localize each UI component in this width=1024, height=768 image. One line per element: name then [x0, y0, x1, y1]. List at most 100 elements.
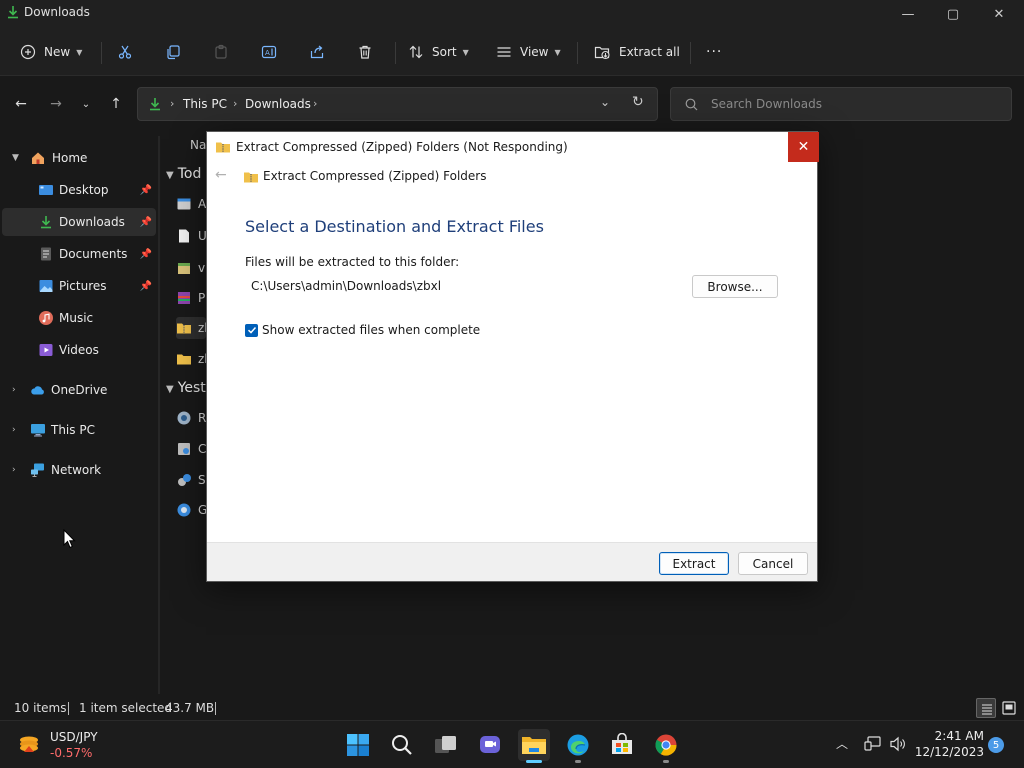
- list-item[interactable]: G: [176, 499, 207, 521]
- sidebar-item-music[interactable]: Music: [2, 304, 156, 332]
- edge-taskbar-button[interactable]: [562, 729, 594, 763]
- extract-folder-icon: [594, 46, 610, 60]
- details-view-button[interactable]: [976, 698, 996, 718]
- pane-splitter[interactable]: [158, 136, 160, 694]
- address-dropdown-icon[interactable]: ⌄: [600, 95, 610, 109]
- search-box[interactable]: Search Downloads: [670, 87, 1012, 121]
- search-icon: [392, 735, 412, 755]
- volume-icon[interactable]: [889, 736, 907, 752]
- address-bar[interactable]: › This PC › Downloads › ⌄ ↻: [137, 87, 658, 121]
- maximize-button[interactable]: ▢: [930, 0, 976, 28]
- maximize-icon: ▢: [946, 6, 960, 22]
- task-view-button[interactable]: [430, 729, 462, 761]
- sort-button[interactable]: Sort ▼: [408, 38, 469, 66]
- globe-file-icon: [177, 411, 191, 425]
- sidebar-item-videos[interactable]: Videos: [2, 336, 156, 364]
- edge-icon: [567, 734, 589, 756]
- chrome-taskbar-button[interactable]: [650, 729, 682, 763]
- dialog-title-bar[interactable]: Extract Compressed (Zipped) Folders (Not…: [207, 132, 819, 162]
- pin-icon: 📌: [139, 280, 152, 292]
- sort-label: Sort: [432, 45, 457, 59]
- pin-icon: 📌: [139, 248, 152, 260]
- show-hidden-icons-button[interactable]: ︿: [836, 735, 848, 752]
- arrow-left-icon[interactable]: ←: [215, 167, 227, 183]
- dialog-close-button[interactable]: ✕: [788, 132, 819, 162]
- rename-icon: A: [261, 45, 277, 59]
- list-item[interactable]: P: [176, 287, 206, 309]
- list-item-selected[interactable]: zb: [176, 317, 212, 339]
- share-button[interactable]: [309, 38, 325, 66]
- sidebar-item-onedrive[interactable]: › OneDrive: [2, 376, 156, 404]
- cancel-button[interactable]: Cancel: [738, 552, 808, 575]
- search-taskbar-button[interactable]: [386, 729, 418, 761]
- sidebar-item-home[interactable]: ▼ Home: [2, 144, 156, 172]
- status-bar: 10 items 1 item selected 43.7 MB: [0, 696, 1024, 720]
- selection-info: 1 item selected: [79, 701, 173, 715]
- copy-button[interactable]: [165, 38, 181, 66]
- divider: [215, 702, 216, 715]
- clock[interactable]: 2:41 AM 12/12/2023: [912, 727, 984, 763]
- sidebar-item-network[interactable]: › Network: [2, 456, 156, 484]
- start-button[interactable]: [342, 729, 374, 761]
- list-item[interactable]: U: [176, 225, 207, 247]
- close-icon: ✕: [993, 6, 1005, 22]
- forward-button[interactable]: →: [43, 90, 69, 118]
- show-files-checkbox[interactable]: [245, 323, 258, 337]
- zip-folder-icon: [216, 142, 230, 153]
- cut-button[interactable]: [117, 38, 133, 66]
- sidebar-item-label: This PC: [51, 423, 95, 437]
- list-item[interactable]: S: [176, 469, 206, 491]
- notification-badge[interactable]: 5: [988, 737, 1004, 753]
- extract-button[interactable]: Extract: [659, 552, 729, 575]
- up-button[interactable]: ↑: [103, 90, 129, 118]
- breadcrumb-downloads[interactable]: Downloads: [245, 97, 311, 111]
- destination-path[interactable]: C:\Users\admin\Downloads\zbxl: [251, 279, 441, 293]
- group-yesterday[interactable]: ▼ Yest: [166, 380, 206, 396]
- paste-button[interactable]: [213, 38, 229, 66]
- list-item[interactable]: R: [176, 407, 206, 429]
- view-button[interactable]: View ▼: [496, 38, 561, 66]
- close-window-button[interactable]: ✕: [976, 0, 1022, 28]
- delete-button[interactable]: [357, 38, 373, 66]
- videos-icon: [39, 344, 53, 356]
- arrow-left-icon: ←: [15, 96, 27, 112]
- show-files-option[interactable]: Show extracted files when complete: [245, 323, 480, 337]
- minimize-button[interactable]: —: [885, 0, 931, 28]
- folder-icon: [522, 737, 546, 754]
- list-item[interactable]: zb: [176, 348, 212, 370]
- dialog-nav-bar: ← Extract Compressed (Zipped) Folders: [207, 164, 819, 190]
- downloads-icon: [150, 98, 160, 111]
- sidebar-item-pictures[interactable]: Pictures 📌: [2, 272, 156, 300]
- widgets-button[interactable]: USD/JPY -0.57%: [10, 727, 130, 763]
- divider: [101, 42, 102, 64]
- search-icon: [685, 98, 698, 111]
- file-explorer-taskbar-button[interactable]: [518, 729, 550, 763]
- recent-locations-button[interactable]: ⌄: [73, 90, 99, 118]
- list-item[interactable]: C: [176, 438, 206, 460]
- sidebar-item-desktop[interactable]: Desktop 📌: [2, 176, 156, 204]
- new-button[interactable]: New ▼: [20, 38, 82, 66]
- sidebar-item-this-pc[interactable]: › This PC: [2, 416, 156, 444]
- svg-text:A: A: [265, 49, 270, 57]
- store-taskbar-button[interactable]: [606, 729, 638, 761]
- breadcrumb-this-pc[interactable]: This PC: [183, 97, 227, 111]
- back-button[interactable]: ←: [8, 90, 34, 118]
- extract-all-button[interactable]: Extract all: [594, 38, 680, 66]
- sidebar-item-documents[interactable]: Documents 📌: [2, 240, 156, 268]
- chevron-right-icon: ›: [12, 425, 16, 435]
- running-indicator: [663, 760, 669, 763]
- refresh-icon[interactable]: ↻: [632, 94, 644, 110]
- column-header-name[interactable]: Na: [190, 138, 206, 152]
- teams-chat-button[interactable]: [474, 729, 506, 761]
- list-item[interactable]: A: [176, 193, 206, 215]
- list-item[interactable]: v: [176, 257, 206, 279]
- network-status-icon[interactable]: [864, 736, 882, 752]
- browse-button[interactable]: Browse...: [692, 275, 778, 298]
- group-today[interactable]: ▼ Tod: [166, 166, 201, 182]
- tiles-view-button[interactable]: [999, 698, 1019, 718]
- rename-button[interactable]: A: [261, 38, 277, 66]
- checkmark-icon: [247, 326, 256, 334]
- more-options-button[interactable]: ···: [706, 38, 722, 66]
- computer-icon: [31, 424, 45, 437]
- sidebar-item-downloads[interactable]: Downloads 📌: [2, 208, 156, 236]
